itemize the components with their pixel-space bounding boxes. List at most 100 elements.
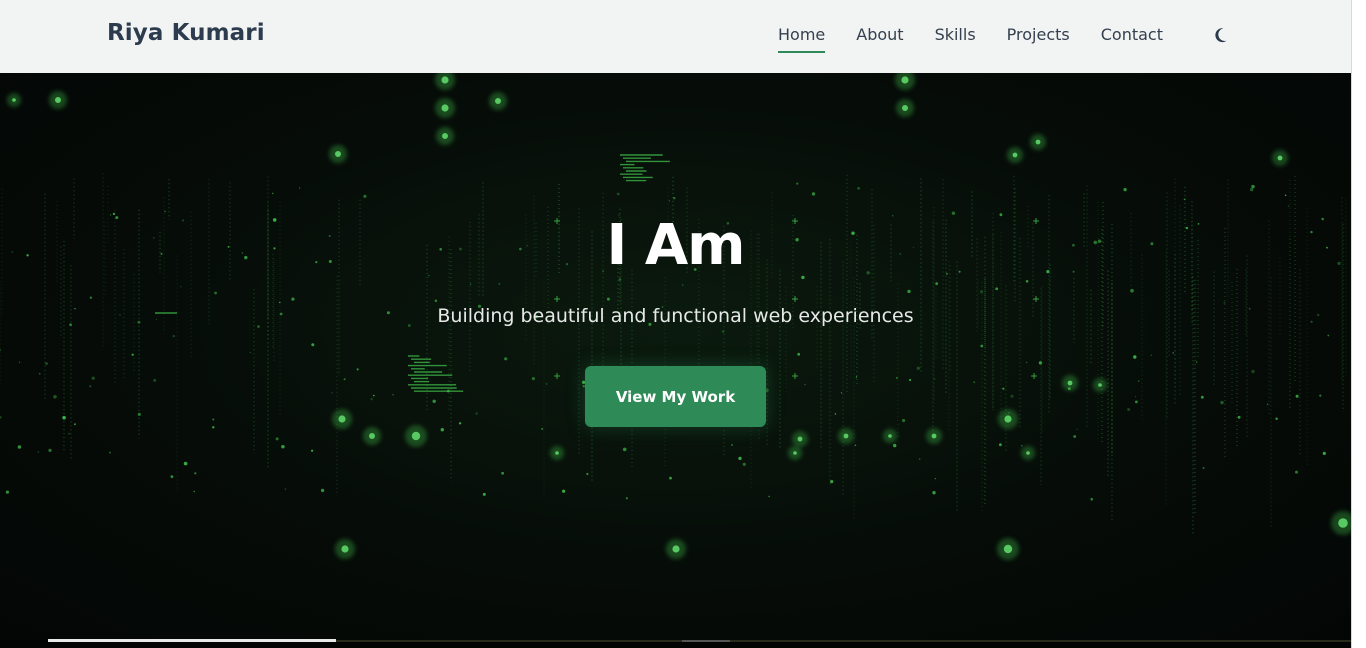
matrix-dot <box>137 412 141 416</box>
matrix-dot <box>475 412 478 415</box>
matrix-glow-dot <box>555 451 559 455</box>
matrix-dot <box>1220 400 1224 405</box>
matrix-dot <box>768 495 770 498</box>
matrix-dot <box>907 289 911 294</box>
matrix-dot <box>498 282 501 285</box>
matrix-dot <box>180 286 182 288</box>
matrix-glow-dot <box>901 76 909 84</box>
page: Riya Kumari Home About Skills Projects C… <box>0 0 1366 648</box>
matrix-dot <box>935 282 939 285</box>
moon-icon <box>1215 28 1227 43</box>
matrix-dot <box>918 458 921 460</box>
matrix-dot <box>545 383 548 385</box>
matrix-dot <box>48 448 52 452</box>
matrix-glow-dot <box>931 433 937 439</box>
matrix-dot <box>68 432 70 435</box>
matrix-dot <box>73 423 76 426</box>
matrix-dot <box>432 399 436 403</box>
matrix-dot <box>1010 394 1014 398</box>
matrix-glow-dot <box>1004 415 1012 423</box>
nav-item-contact[interactable]: Contact <box>1101 25 1163 44</box>
matrix-glow-dot <box>441 104 449 112</box>
matrix-dot <box>1284 194 1287 197</box>
matrix-glow-dot <box>338 415 346 423</box>
matrix-glow-dot <box>1277 155 1283 161</box>
matrix-dot <box>291 297 295 301</box>
matrix-dot <box>170 475 174 478</box>
matrix-dot <box>980 344 984 348</box>
matrix-dot <box>172 334 175 338</box>
matrix-dot <box>501 471 504 475</box>
matrix-dot <box>1183 198 1186 201</box>
matrix-dot <box>673 197 676 200</box>
nav-item-skills[interactable]: Skills <box>935 25 976 44</box>
matrix-dot <box>392 394 394 396</box>
matrix-dot <box>153 378 157 382</box>
matrix-dot <box>1295 470 1298 474</box>
matrix-glow-dot <box>442 133 448 139</box>
matrix-dot <box>1275 417 1278 421</box>
matrix-glow-dot <box>411 431 421 441</box>
matrix-dot <box>17 445 22 449</box>
matrix-dot <box>909 378 912 382</box>
matrix-glow-dot <box>672 545 680 553</box>
matrix-dot <box>830 480 834 484</box>
matrix-dot <box>1287 205 1290 207</box>
matrix-dot <box>934 378 936 380</box>
matrix-dot <box>1076 428 1078 430</box>
matrix-dot <box>531 377 536 381</box>
matrix-dot <box>1067 387 1071 390</box>
matrix-dot <box>995 287 999 291</box>
nav-item-home[interactable]: Home <box>778 25 826 53</box>
matrix-dot <box>811 192 816 196</box>
matrix-dot <box>343 378 346 381</box>
matrix-dot <box>1090 497 1093 501</box>
matrix-dot <box>212 426 215 429</box>
matrix-dot <box>1202 467 1205 469</box>
matrix-dot <box>91 376 95 380</box>
matrix-dot <box>669 476 672 480</box>
nav-item-about[interactable]: About <box>856 25 903 44</box>
matrix-dot <box>840 392 843 394</box>
matrix-dot <box>541 427 544 430</box>
matrix-dot <box>1002 387 1005 390</box>
brand-logo-text[interactable]: Riya Kumari <box>107 20 265 46</box>
matrix-dot <box>1138 380 1140 382</box>
matrix-dot <box>1008 412 1010 414</box>
page-scrollbar[interactable] <box>1351 0 1366 648</box>
matrix-dot <box>164 210 166 213</box>
matrix-dot <box>1021 445 1023 447</box>
matrix-dot <box>470 283 472 285</box>
matrix-dot <box>0 416 2 419</box>
matrix-glow-dot <box>1003 544 1013 554</box>
matrix-glow-dot <box>888 434 892 438</box>
nav-item-projects[interactable]: Projects <box>1007 25 1070 44</box>
navbar: Riya Kumari Home About Skills Projects C… <box>0 0 1351 73</box>
matrix-dot <box>281 445 285 449</box>
matrix-dot <box>916 366 920 370</box>
theme-toggle-button[interactable] <box>1213 25 1233 45</box>
matrix-dot <box>1025 280 1029 283</box>
scroll-progress-marker <box>682 640 730 642</box>
view-my-work-button[interactable]: View My Work <box>585 366 766 427</box>
matrix-dot <box>5 490 9 494</box>
matrix-dot <box>19 361 21 363</box>
matrix-dot <box>1237 415 1241 419</box>
matrix-dot <box>1135 400 1138 404</box>
matrix-dot <box>854 444 857 446</box>
matrix-dot <box>1295 394 1299 398</box>
matrix-dot <box>1123 187 1127 192</box>
matrix-dot <box>271 192 274 195</box>
matrix-dot <box>973 381 976 384</box>
matrix-dot <box>999 443 1002 447</box>
matrix-dot <box>730 443 734 447</box>
matrix-dot <box>1266 403 1269 406</box>
matrix-glow-dot <box>1026 451 1030 455</box>
matrix-dot <box>320 488 325 493</box>
matrix-dot <box>616 192 620 196</box>
matrix-dot <box>1026 361 1028 363</box>
matrix-dot <box>482 492 486 496</box>
matrix-dot <box>370 398 373 401</box>
matrix-glow-dot <box>335 151 341 157</box>
matrix-glow-dot <box>12 98 16 102</box>
